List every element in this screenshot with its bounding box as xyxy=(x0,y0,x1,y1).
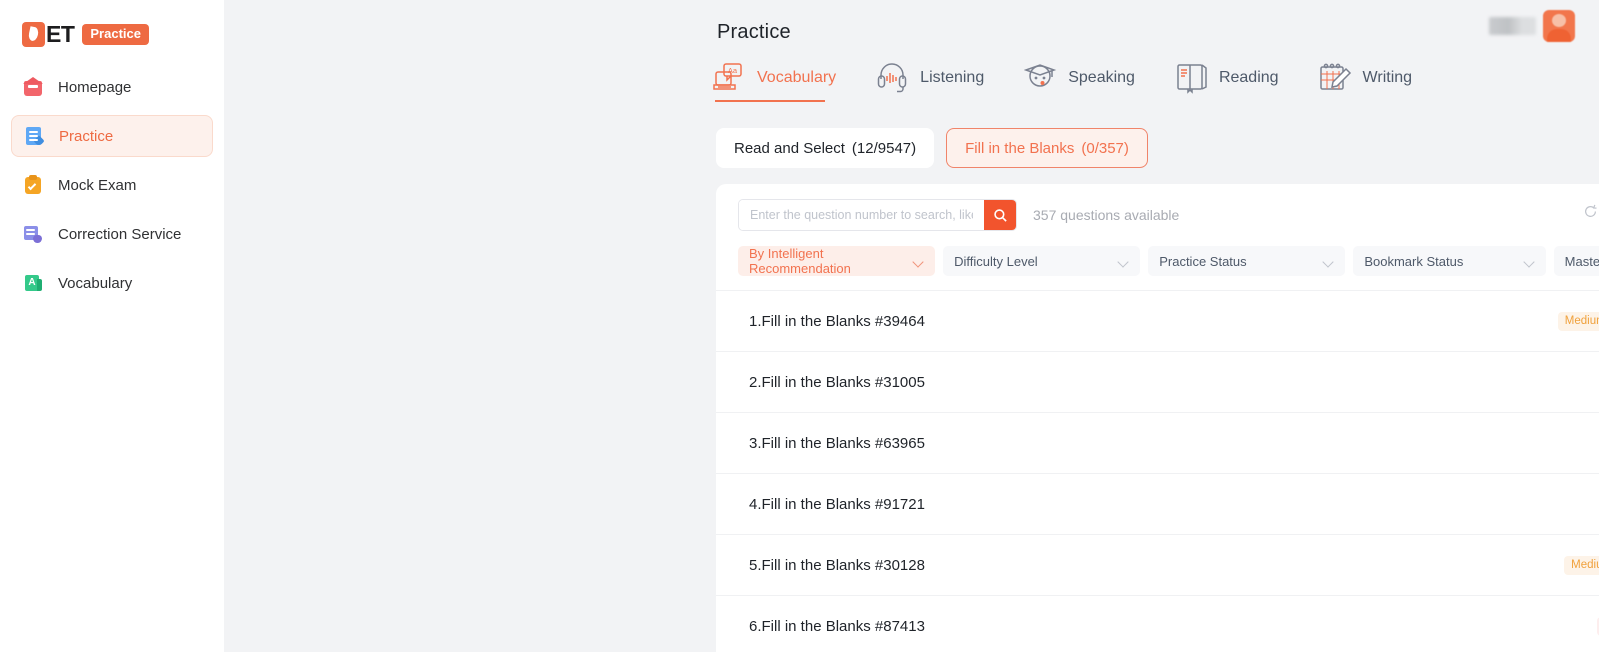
sidebar-item-label: Mock Exam xyxy=(58,176,137,194)
tab-reading[interactable]: Reading xyxy=(1175,62,1279,102)
tab-listening[interactable]: Listening xyxy=(876,62,984,102)
category-tabs: Aa Vocabulary Listening Speaking Reading… xyxy=(713,62,1452,102)
filter-label: Mastery Status xyxy=(1564,253,1599,269)
tab-writing[interactable]: Writing xyxy=(1319,62,1413,102)
vocabulary-icon: A xyxy=(22,272,44,294)
logo-d-icon xyxy=(22,21,45,47)
filter-mastery-status[interactable]: Mastery Status xyxy=(1553,246,1599,276)
logo-badge: Practice xyxy=(82,23,149,45)
user-name-redacted xyxy=(1489,17,1536,35)
table-row[interactable]: 5.Fill in the Blanks #30128 Medium (100-… xyxy=(716,534,1599,595)
table-row[interactable]: 3.Fill in the Blanks #63965 Easy (≤95) T… xyxy=(716,412,1599,473)
svg-text:Aa: Aa xyxy=(728,66,738,75)
tab-label: Writing xyxy=(1362,69,1413,86)
graduate-icon xyxy=(1024,62,1058,94)
main-content: Practice Aa Vocabulary Listening Speakin… xyxy=(224,0,1599,652)
sidebar-item-correction-service[interactable]: Correction Service xyxy=(11,213,213,255)
difficulty-badge: Medium (100-125) xyxy=(1557,311,1599,331)
tab-label: Reading xyxy=(1218,69,1279,86)
question-tags: Medium (100-125) Tested 127 xyxy=(1557,311,1599,332)
tab-label: Vocabulary xyxy=(757,69,837,86)
question-title: 2.Fill in the Blanks #31005 xyxy=(749,373,925,391)
subtab-count: (12/9547) xyxy=(851,139,917,157)
vocabulary-card-icon: Aa xyxy=(713,62,747,94)
sidebar-item-label: Vocabulary xyxy=(58,274,133,292)
reset-practiced-status-button[interactable]: Reset Practiced Status xyxy=(1583,203,1599,219)
filter-label: Difficulty Level xyxy=(954,253,1038,269)
chevron-down-icon xyxy=(1323,256,1334,267)
chevron-down-icon xyxy=(1118,256,1129,267)
logo-mark: ET xyxy=(22,20,75,47)
table-row[interactable]: 6.Fill in the Blanks #87413 Hard (≥130) … xyxy=(716,595,1599,652)
tab-label: Listening xyxy=(920,69,985,86)
sidebar-item-label: Practice xyxy=(59,127,114,145)
question-title: 3.Fill in the Blanks #63965 xyxy=(749,434,925,452)
avatar[interactable] xyxy=(1543,10,1575,42)
sidebar-item-label: Homepage xyxy=(58,78,132,96)
sidebar: ET Practice Homepage Practice Mock Exam … xyxy=(0,0,224,652)
search-button[interactable] xyxy=(984,200,1016,230)
subtab-read-and-select[interactable]: Read and Select (12/9547) xyxy=(716,128,935,168)
brand-logo[interactable]: ET Practice xyxy=(0,0,224,52)
filter-label: Bookmark Status xyxy=(1364,253,1464,269)
question-title: 4.Fill in the Blanks #91721 xyxy=(749,495,925,513)
table-row[interactable]: 1.Fill in the Blanks #39464 Medium (100-… xyxy=(716,290,1599,351)
filter-bookmark-status[interactable]: Bookmark Status xyxy=(1353,246,1546,276)
notepad-pencil-icon xyxy=(1319,62,1353,94)
subtab-label: Read and Select xyxy=(734,139,845,157)
clipboard-icon xyxy=(22,174,44,196)
search-row: 357 questions available Reset Practiced … xyxy=(716,184,1599,246)
page-title: Practice xyxy=(717,21,791,43)
home-icon xyxy=(22,76,44,98)
sidebar-item-mock-exam[interactable]: Mock Exam xyxy=(11,164,213,206)
subtab-label: Fill in the Blanks xyxy=(965,139,1075,157)
question-list: 1.Fill in the Blanks #39464 Medium (100-… xyxy=(716,290,1599,652)
sidebar-item-homepage[interactable]: Homepage xyxy=(11,66,213,108)
question-type-tabs: Read and Select (12/9547) Fill in the Bl… xyxy=(716,128,1148,168)
question-tags: Medium (100-125) Tested 84 xyxy=(1564,555,1599,576)
sidebar-item-vocabulary[interactable]: A Vocabulary xyxy=(11,262,213,304)
sidebar-item-label: Correction Service xyxy=(58,225,182,243)
book-icon xyxy=(1175,62,1209,94)
question-list-card: 357 questions available Reset Practiced … xyxy=(716,184,1599,652)
filter-label: By Intelligent Recommendation xyxy=(749,246,851,276)
sidebar-item-practice[interactable]: Practice xyxy=(11,115,213,157)
document-icon xyxy=(23,125,45,147)
tab-vocabulary[interactable]: Aa Vocabulary xyxy=(713,62,836,102)
table-row[interactable]: 4.Fill in the Blanks #91721 Easy (≤95) T… xyxy=(716,473,1599,534)
table-row[interactable]: 2.Fill in the Blanks #31005 Easy (≤95) T… xyxy=(716,351,1599,412)
subtab-count: (0/357) xyxy=(1081,139,1129,157)
chevron-down-icon xyxy=(913,256,924,267)
subtab-fill-in-the-blanks[interactable]: Fill in the Blanks (0/357) xyxy=(946,128,1148,168)
correction-icon xyxy=(22,223,44,245)
tab-label: Speaking xyxy=(1068,69,1135,86)
tab-speaking[interactable]: Speaking xyxy=(1024,62,1135,102)
app-root: ET Practice Homepage Practice Mock Exam … xyxy=(0,0,1599,652)
filter-row: By Intelligent Recommendation Difficulty… xyxy=(716,246,1599,290)
user-menu[interactable] xyxy=(1489,10,1575,42)
difficulty-badge: Medium (100-125) xyxy=(1564,555,1599,575)
filter-practice-status[interactable]: Practice Status xyxy=(1148,246,1346,276)
reset-icon xyxy=(1584,204,1597,217)
search-box xyxy=(738,199,1017,231)
questions-available-text: 357 questions available xyxy=(1033,207,1180,223)
filter-difficulty-level[interactable]: Difficulty Level xyxy=(943,246,1141,276)
headphones-icon xyxy=(876,62,910,94)
sidebar-nav: Homepage Practice Mock Exam Correction S… xyxy=(0,66,224,304)
question-title: 1.Fill in the Blanks #39464 xyxy=(749,312,925,330)
question-title: 6.Fill in the Blanks #87413 xyxy=(749,617,925,635)
search-input[interactable] xyxy=(739,200,984,230)
question-title: 5.Fill in the Blanks #30128 xyxy=(749,556,925,574)
chevron-down-icon xyxy=(1524,256,1535,267)
filter-label: Practice Status xyxy=(1159,253,1247,269)
logo-text: ET xyxy=(46,20,75,47)
filter-sort-by[interactable]: By Intelligent Recommendation xyxy=(738,246,936,276)
